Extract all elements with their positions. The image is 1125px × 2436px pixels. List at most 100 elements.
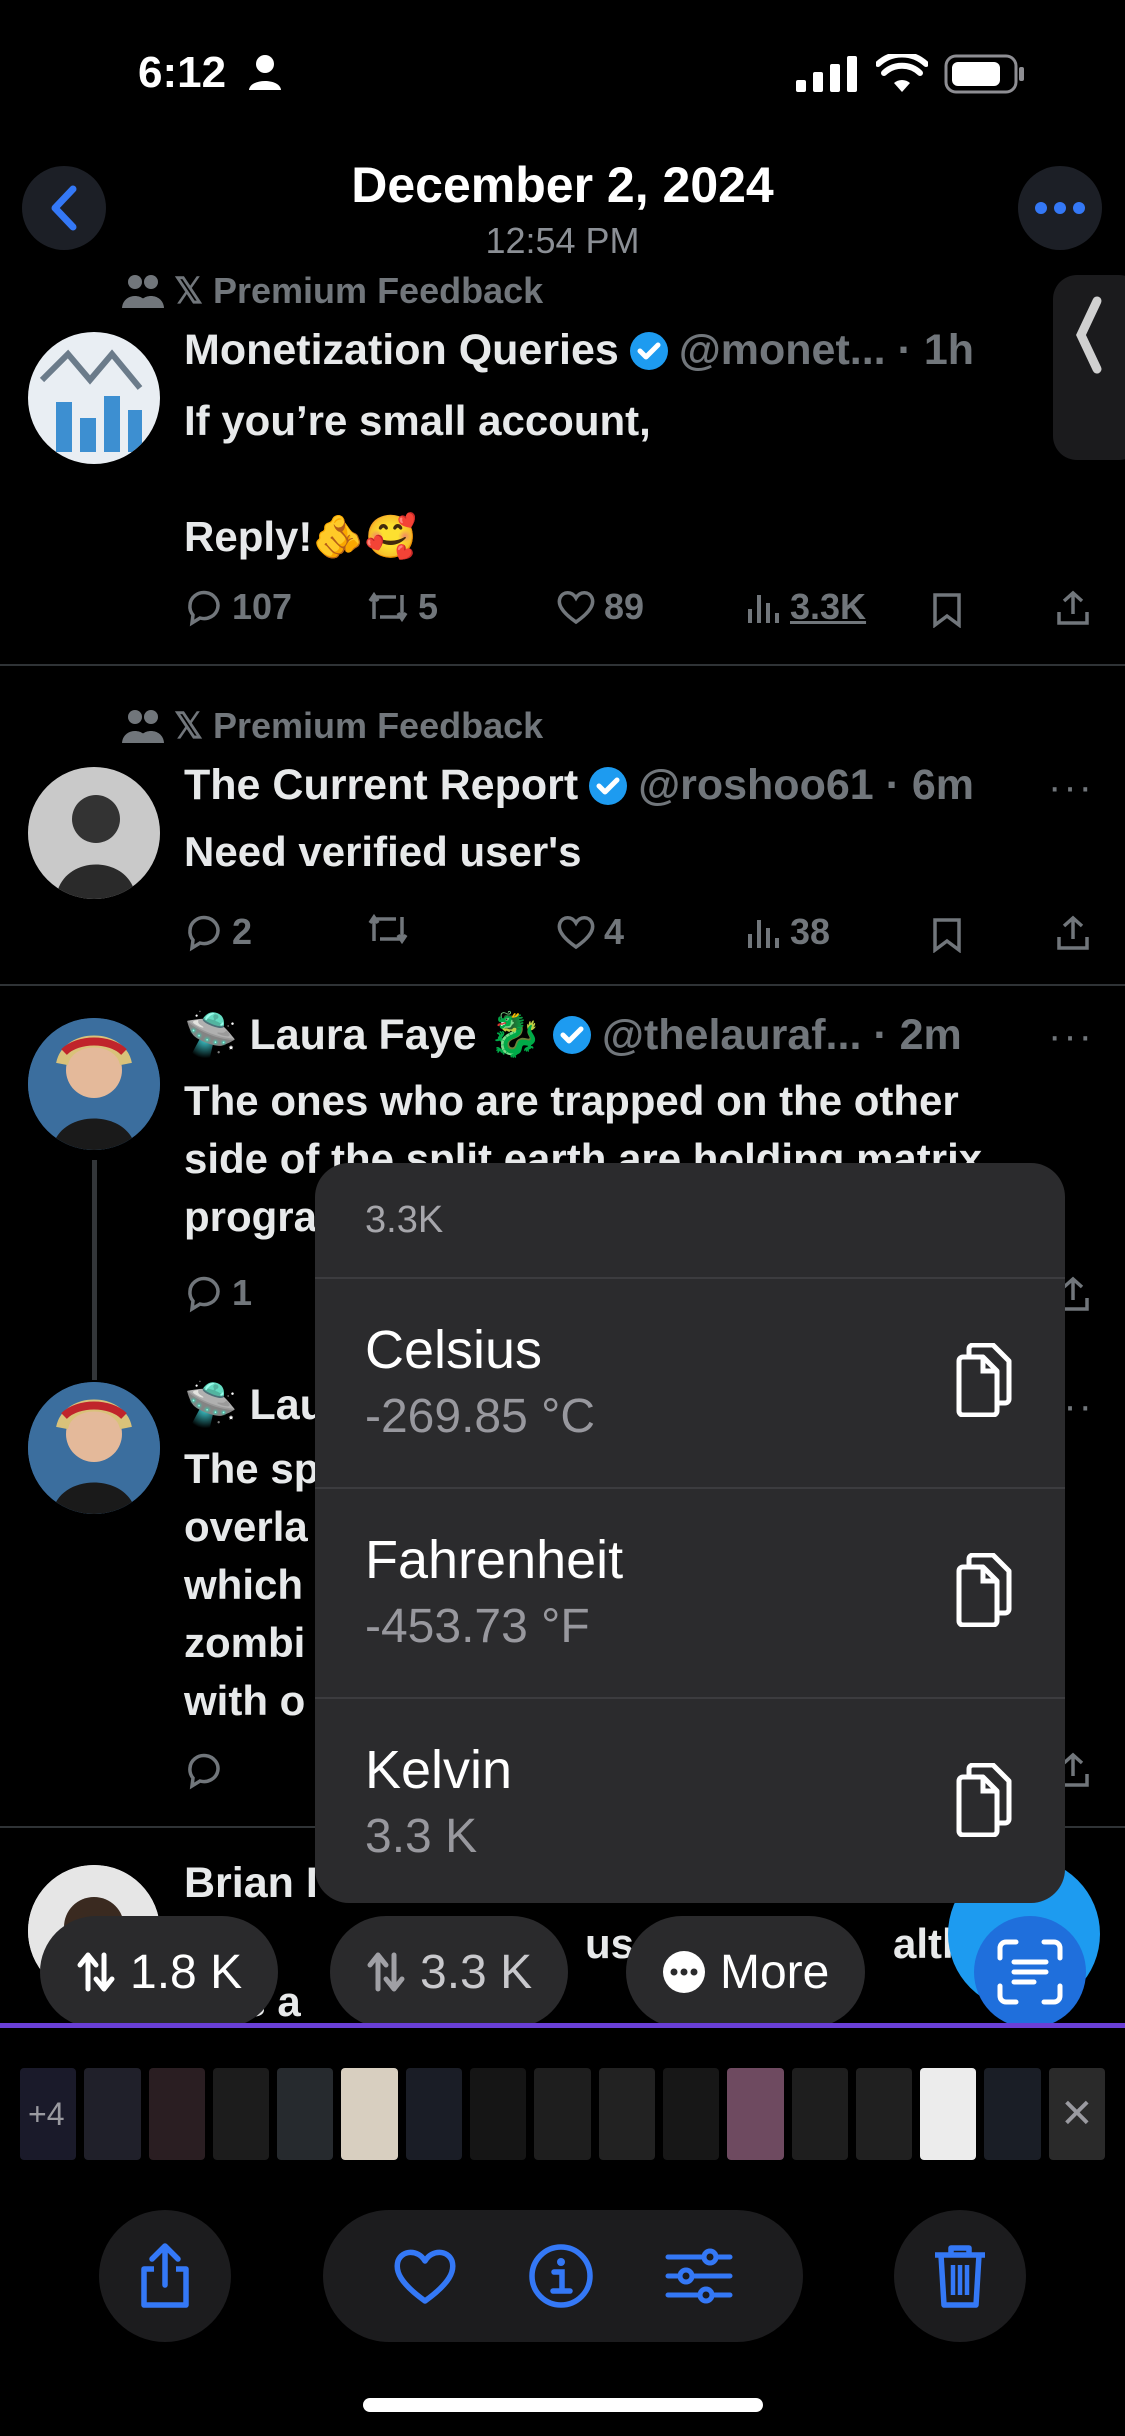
conversion-fahrenheit[interactable]: Fahrenheit -453.73 °F: [315, 1489, 1065, 1699]
thumbnail[interactable]: [148, 2068, 205, 2160]
avatar[interactable]: [28, 767, 160, 899]
unit-value: -453.73 °F: [365, 1600, 590, 1653]
tweet-text-line: which: [184, 1561, 304, 1608]
thumbnail[interactable]: [212, 2068, 270, 2160]
thumb-count: +4: [28, 2096, 65, 2132]
unit-name: Fahrenheit: [365, 1530, 624, 1590]
analytics-icon: [748, 920, 779, 948]
conversion-chip-1[interactable]: 1.8 K: [40, 1916, 279, 2028]
reply-icon: [188, 1753, 220, 1790]
thumbnail[interactable]: [341, 2068, 398, 2160]
conversion-celsius[interactable]: Celsius -269.85 °C: [315, 1279, 1065, 1489]
center-toolbar: [323, 2210, 803, 2342]
verified-badge-icon: [589, 766, 628, 805]
unit-value: 3.3 K: [365, 1810, 478, 1863]
conversion-kelvin[interactable]: Kelvin 3.3 K: [315, 1699, 1065, 1903]
tweet-menu-button[interactable]: ···: [1048, 765, 1094, 810]
thumbnail[interactable]: [534, 2068, 591, 2160]
person-icon: [248, 54, 282, 90]
repost-button[interactable]: [366, 911, 410, 947]
divider: [0, 664, 1125, 666]
share-tweet-button[interactable]: [1056, 915, 1090, 951]
author-line: 🛸 Lau: [184, 1380, 326, 1430]
tweet-context: 𝕏 Premium Feedback: [122, 270, 543, 312]
like-button[interactable]: 89: [556, 586, 644, 628]
views-button[interactable]: 38: [746, 911, 830, 953]
thumbnail[interactable]: [598, 2068, 655, 2160]
unit-value: -269.85 °C: [365, 1390, 595, 1443]
author-name: Monetization Queries: [184, 326, 619, 374]
thumbnail[interactable]: +4: [20, 2068, 77, 2160]
thumbnail[interactable]: [84, 2068, 141, 2160]
home-indicator: [363, 2398, 763, 2412]
repost-button[interactable]: 5: [366, 586, 438, 628]
author-name: 🛸 Lau: [184, 1381, 326, 1429]
adjust-icon[interactable]: [664, 2247, 734, 2305]
copy-icon[interactable]: [953, 1343, 1015, 1417]
share-button[interactable]: [99, 2210, 231, 2342]
tweet-text-line: If you’re small account,: [184, 397, 651, 444]
thumbnail[interactable]: [405, 2068, 463, 2160]
views-count: 3.3K: [790, 586, 867, 627]
live-text-button[interactable]: [974, 1916, 1086, 2028]
close-icon[interactable]: ✕: [1048, 2068, 1106, 2160]
page-title: December 2, 2024: [351, 157, 774, 213]
like-button[interactable]: 4: [556, 911, 624, 953]
tweet-text-line: overla: [184, 1503, 308, 1550]
upload-icon: [1057, 915, 1089, 950]
battery-icon: [944, 54, 1026, 94]
bookmark-icon: [933, 593, 961, 628]
reply-icon: [188, 1276, 220, 1313]
avatar[interactable]: [28, 1382, 160, 1514]
author-handle[interactable]: @roshoo61 · 6m: [638, 761, 974, 810]
chevron-left-icon: [1076, 296, 1102, 374]
author-handle[interactable]: @monet... · 1h: [679, 326, 974, 375]
author-line: Monetization Queries @monet... · 1h: [184, 326, 974, 375]
thumbnail[interactable]: [277, 2068, 334, 2160]
tweet-menu-button[interactable]: ···: [1048, 1014, 1094, 1059]
thumbnail[interactable]: [727, 2068, 784, 2160]
page-subtitle: 12:54 PM: [485, 220, 640, 261]
reply-count: 107: [232, 586, 293, 627]
copy-icon[interactable]: [953, 1553, 1015, 1627]
thumbnail[interactable]: [791, 2068, 848, 2160]
author-name: The Current Report: [184, 761, 579, 809]
heart-icon[interactable]: [392, 2247, 458, 2305]
context-label: 𝕏 Premium Feedback: [174, 705, 544, 746]
more-chip[interactable]: More: [626, 1916, 866, 2028]
author-handle[interactable]: @thelauraf... · 2m: [602, 1011, 962, 1060]
ellipsis-circle-icon: [663, 1951, 705, 1993]
conversion-chip-2[interactable]: 3.3 K: [330, 1916, 569, 2028]
more-options-button[interactable]: [1018, 166, 1102, 250]
reply-button[interactable]: 107: [184, 586, 292, 628]
thumbnail[interactable]: [662, 2068, 720, 2160]
like-count: 89: [604, 586, 645, 627]
photo-thumbnail-strip[interactable]: +4 ✕: [20, 2068, 1106, 2160]
convert-arrows-icon: [77, 1952, 115, 1992]
reply-button[interactable]: 1: [184, 1272, 252, 1314]
image-border: [0, 2023, 1125, 2028]
copy-icon[interactable]: [953, 1763, 1015, 1837]
tweet-context: 𝕏 Premium Feedback: [122, 705, 543, 747]
info-icon[interactable]: [528, 2243, 594, 2309]
tweet-text-line: The ones who are trapped on the other: [184, 1077, 959, 1124]
tweet-body: Need verified user's: [184, 828, 582, 875]
reply-button[interactable]: [184, 1750, 224, 1790]
views-button[interactable]: 3.3K: [746, 586, 866, 628]
share-tweet-button[interactable]: [1056, 590, 1090, 626]
thumbnail[interactable]: [920, 2068, 977, 2160]
community-icon: [122, 275, 164, 308]
unit-name: Celsius: [365, 1320, 543, 1380]
thumbnail[interactable]: [855, 2068, 913, 2160]
thumbnail[interactable]: [984, 2068, 1041, 2160]
bookmark-button[interactable]: [932, 917, 962, 953]
bookmark-button[interactable]: [932, 592, 962, 628]
delete-button[interactable]: [894, 2210, 1026, 2342]
avatar[interactable]: [28, 332, 160, 464]
thumbnail[interactable]: [470, 2068, 527, 2160]
avatar[interactable]: [28, 1018, 160, 1150]
tweet-text-line: The sp: [184, 1445, 320, 1492]
reply-count: 2: [232, 911, 253, 952]
repost-icon: [368, 913, 408, 945]
reply-button[interactable]: 2: [184, 911, 252, 953]
